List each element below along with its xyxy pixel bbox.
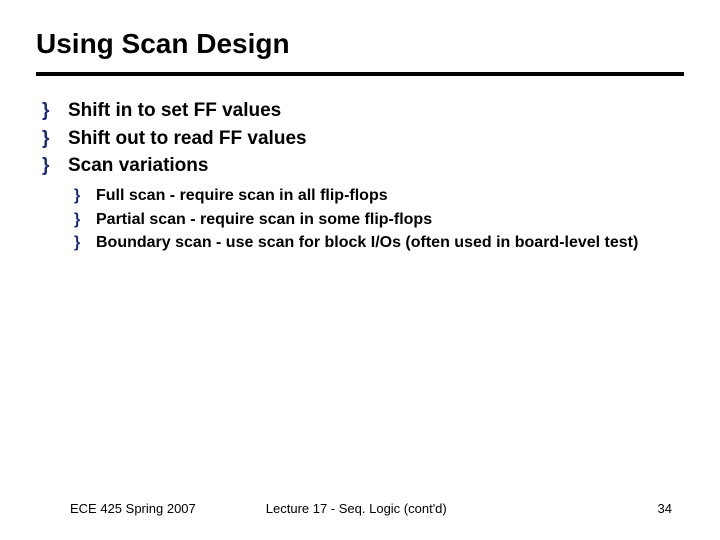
footer: ECE 425 Spring 2007 Lecture 17 - Seq. Lo… [0, 501, 720, 516]
list-item: Shift in to set FF values [42, 98, 684, 124]
bullet-list: Shift in to set FF values Shift out to r… [36, 98, 684, 179]
list-item-text: Boundary scan - use scan for block I/Os … [96, 234, 638, 251]
list-item-text: Shift out to read FF values [68, 128, 307, 149]
list-item: Boundary scan - use scan for block I/Os … [74, 232, 684, 254]
slide: Using Scan Design Shift in to set FF val… [0, 0, 720, 540]
list-item-text: Partial scan - require scan in some flip… [96, 211, 432, 228]
list-item-text: Scan variations [68, 155, 208, 176]
sub-bullet-list: Full scan - require scan in all flip-flo… [36, 185, 684, 254]
list-item: Shift out to read FF values [42, 126, 684, 152]
footer-left: ECE 425 Spring 2007 [70, 501, 196, 516]
list-item-text: Full scan - require scan in all flip-flo… [96, 187, 388, 204]
list-item: Scan variations [42, 153, 684, 179]
page-number: 34 [658, 501, 672, 516]
list-item: Partial scan - require scan in some flip… [74, 209, 684, 231]
title-divider [36, 72, 684, 76]
footer-center: Lecture 17 - Seq. Logic (cont'd) [196, 501, 658, 516]
list-item: Full scan - require scan in all flip-flo… [74, 185, 684, 207]
page-title: Using Scan Design [36, 28, 684, 60]
list-item-text: Shift in to set FF values [68, 100, 281, 121]
